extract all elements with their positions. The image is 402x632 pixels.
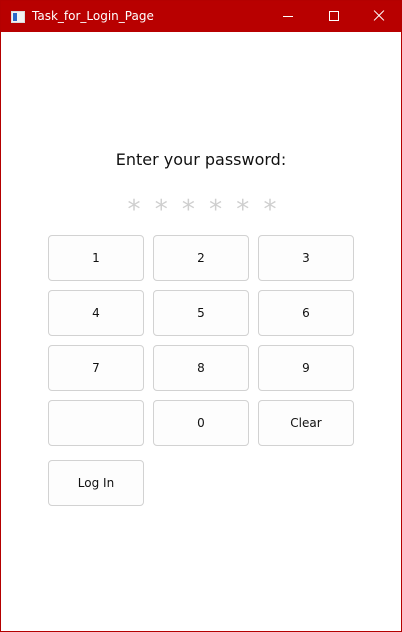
password-dot: * bbox=[236, 195, 250, 225]
login-button[interactable]: Log In bbox=[48, 460, 144, 506]
key-4-button[interactable]: 4 bbox=[48, 290, 144, 336]
clear-button[interactable]: Clear bbox=[258, 400, 354, 446]
key-0-button[interactable]: 0 bbox=[153, 400, 249, 446]
key-2-button[interactable]: 2 bbox=[153, 235, 249, 281]
key-8-button[interactable]: 8 bbox=[153, 345, 249, 391]
close-button[interactable] bbox=[356, 1, 402, 32]
key-7-button[interactable]: 7 bbox=[48, 345, 144, 391]
password-prompt: Enter your password: bbox=[115, 150, 287, 169]
blank-button[interactable] bbox=[48, 400, 144, 446]
app-icon bbox=[11, 11, 25, 23]
minimize-button[interactable] bbox=[265, 1, 311, 32]
maximize-icon bbox=[329, 11, 339, 21]
window-title: Task_for_Login_Page bbox=[32, 9, 154, 23]
close-icon bbox=[373, 10, 385, 22]
key-6-button[interactable]: 6 bbox=[258, 290, 354, 336]
maximize-button[interactable] bbox=[311, 1, 357, 32]
key-9-button[interactable]: 9 bbox=[258, 345, 354, 391]
password-dot: * bbox=[263, 195, 277, 225]
app-window: Task_for_Login_Page Enter your password:… bbox=[0, 0, 402, 632]
password-dot: * bbox=[181, 195, 195, 225]
password-mask: * * * * * * bbox=[122, 197, 282, 223]
title-bar[interactable]: Task_for_Login_Page bbox=[1, 1, 401, 32]
password-dot: * bbox=[154, 195, 168, 225]
key-3-button[interactable]: 3 bbox=[258, 235, 354, 281]
minimize-icon bbox=[283, 16, 293, 17]
password-dot: * bbox=[209, 195, 223, 225]
key-1-button[interactable]: 1 bbox=[48, 235, 144, 281]
key-5-button[interactable]: 5 bbox=[153, 290, 249, 336]
password-dot: * bbox=[127, 195, 141, 225]
